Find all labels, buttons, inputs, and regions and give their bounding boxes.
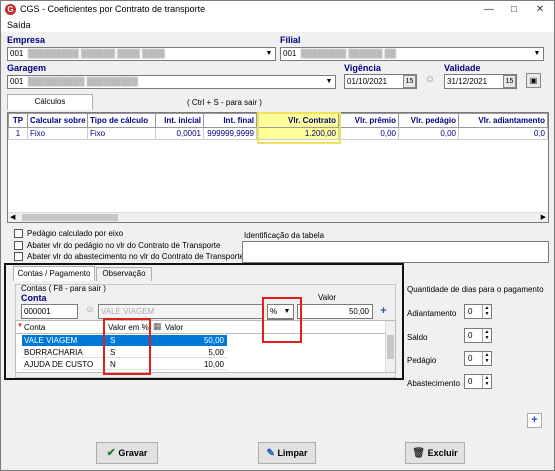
empresa-code: 001 bbox=[10, 49, 24, 58]
app-logo-icon: G bbox=[5, 4, 16, 15]
pedagio-value: 0 bbox=[468, 354, 473, 363]
scroll-left-icon[interactable]: ◀ bbox=[10, 213, 15, 221]
spin-arrows-icon[interactable]: ▲ ▼ bbox=[482, 329, 491, 342]
garagem-combo[interactable]: 001 ██████████ █████████ ▼ bbox=[7, 75, 336, 89]
abater-abastecimento-checkbox[interactable] bbox=[14, 252, 23, 261]
pedagio-eixo-label: Pedágio calculado por eixo bbox=[27, 229, 124, 238]
abastecimento-spinner[interactable]: 0 ▲ ▼ bbox=[464, 374, 492, 389]
cell: 0,0 bbox=[458, 127, 548, 140]
col-header[interactable]: Vlr. prêmio bbox=[338, 113, 399, 128]
filial-label: Filial bbox=[280, 35, 301, 45]
cell: 999999,9999 bbox=[203, 127, 257, 140]
filial-code: 001 bbox=[283, 49, 297, 58]
empresa-name-blurred: █████████ ██████ ████ ████ bbox=[25, 49, 165, 58]
col-header[interactable]: Int. inicial bbox=[155, 113, 204, 128]
annotation-box-percent bbox=[262, 297, 302, 343]
annotation-box-contas bbox=[4, 263, 404, 380]
identificacao-label: Identificação da tabela bbox=[244, 231, 325, 240]
limpar-button[interactable]: ✎ Limpar bbox=[258, 442, 316, 464]
dias-title: Quantidade de dias para o pagamento bbox=[407, 285, 544, 294]
adiantamento-value: 0 bbox=[468, 307, 473, 316]
filial-name-blurred: ████████ ██████ ██ bbox=[298, 49, 396, 58]
cell: 0,0001 bbox=[155, 127, 204, 140]
empresa-label: Empresa bbox=[7, 35, 46, 45]
excluir-label: Excluir bbox=[427, 448, 458, 458]
check-icon: ✔ bbox=[106, 447, 116, 459]
spin-arrows-icon[interactable]: ▲ ▼ bbox=[482, 352, 491, 365]
col-header[interactable]: Vlr. pedágio bbox=[398, 113, 459, 128]
col-header[interactable]: Vlr. adiantamento bbox=[458, 113, 548, 128]
excluir-button[interactable]: 🗑 Excluir bbox=[405, 442, 465, 464]
cell: 0,00 bbox=[338, 127, 399, 140]
tab-calculos[interactable]: Cálculos bbox=[7, 94, 93, 110]
saldo-value: 0 bbox=[468, 331, 473, 340]
scroll-right-icon[interactable]: ▶ bbox=[541, 213, 546, 221]
saldo-spinner[interactable]: 0 ▲ ▼ bbox=[464, 328, 492, 343]
col-header[interactable]: TP bbox=[8, 113, 28, 128]
menu-bar: Saída bbox=[1, 18, 554, 32]
cell: 0,00 bbox=[398, 127, 459, 140]
col-header[interactable]: Tipo de cálculo bbox=[87, 113, 156, 128]
annotation-box-valor-pct bbox=[103, 318, 151, 375]
pedagio-eixo-checkbox[interactable] bbox=[14, 229, 23, 238]
abastecimento-label: Abastecimento bbox=[407, 379, 460, 388]
minimize-icon[interactable]: — bbox=[476, 1, 502, 18]
abater-pedagio-label: Abater vlr do pedágio no vlr do Contrato… bbox=[27, 241, 221, 250]
empresa-combo[interactable]: 001 █████████ ██████ ████ ████ ▼ bbox=[7, 47, 276, 61]
trash-icon: 🗑 bbox=[412, 448, 426, 459]
filial-combo[interactable]: 001 ████████ ██████ ██ ▼ bbox=[280, 47, 544, 61]
saldo-label: Saldo bbox=[407, 333, 428, 342]
spin-arrows-icon[interactable]: ▲ ▼ bbox=[482, 305, 491, 318]
window-title: CGS - Coeficientes por Contrato de trans… bbox=[20, 4, 206, 14]
gravar-label: Gravar bbox=[118, 448, 148, 458]
abastecimento-value: 0 bbox=[468, 377, 473, 386]
add-icon[interactable]: + bbox=[527, 413, 542, 428]
calendar-icon[interactable]: 15 bbox=[503, 75, 516, 88]
adiantamento-label: Adiantamento bbox=[407, 309, 457, 318]
pedagio-label: Pedágio bbox=[407, 356, 437, 365]
garagem-name-blurred: ██████████ █████████ bbox=[25, 77, 138, 86]
binoculars-icon[interactable]: ☺ bbox=[423, 74, 437, 88]
gravar-button[interactable]: ✔ Gravar bbox=[96, 442, 158, 464]
abater-pedagio-checkbox[interactable] bbox=[14, 241, 23, 250]
calendar-icon[interactable]: 15 bbox=[403, 75, 416, 88]
cell: 1 bbox=[8, 127, 28, 140]
eraser-icon: ✎ bbox=[266, 448, 275, 459]
cell: Fixo bbox=[27, 127, 88, 140]
vigencia-label: Vigência bbox=[344, 63, 381, 73]
close-icon[interactable]: ✕ bbox=[527, 1, 553, 18]
validade-label: Validade bbox=[444, 63, 481, 73]
menu-saida[interactable]: Saída bbox=[7, 20, 31, 30]
identificacao-field[interactable] bbox=[242, 241, 549, 263]
garagem-label: Garagem bbox=[7, 63, 47, 73]
scroll-thumb[interactable] bbox=[22, 214, 118, 221]
highlight-frame bbox=[257, 112, 341, 144]
chevron-down-icon[interactable]: ▼ bbox=[532, 49, 542, 59]
spin-arrows-icon[interactable]: ▲ ▼ bbox=[482, 375, 491, 388]
garagem-code: 001 bbox=[10, 77, 24, 86]
window-search-icon[interactable]: ▣ bbox=[526, 73, 541, 88]
maximize-icon[interactable]: □ bbox=[501, 1, 527, 18]
calculos-hint: ( Ctrl + S - para sair ) bbox=[187, 98, 262, 107]
chevron-down-icon[interactable]: ▼ bbox=[264, 49, 274, 59]
calculos-grid[interactable]: TP Calcular sobre Tipo de cálculo Int. i… bbox=[7, 112, 549, 223]
adiantamento-spinner[interactable]: 0 ▲ ▼ bbox=[464, 304, 492, 319]
pedagio-spinner[interactable]: 0 ▲ ▼ bbox=[464, 351, 492, 366]
chevron-down-icon[interactable]: ▼ bbox=[324, 77, 334, 87]
cell: Fixo bbox=[87, 127, 156, 140]
abater-abastecimento-label: Abater vlr do abastecimento no vlr do Co… bbox=[27, 252, 245, 261]
limpar-label: Limpar bbox=[277, 448, 308, 458]
vigencia-value: 01/10/2021 bbox=[347, 77, 388, 86]
validade-value: 31/12/2021 bbox=[447, 77, 488, 86]
horizontal-scrollbar[interactable]: ◀ ▶ bbox=[8, 212, 548, 222]
main-window: G CGS - Coeficientes por Contrato de tra… bbox=[0, 0, 555, 471]
title-bar: G CGS - Coeficientes por Contrato de tra… bbox=[1, 1, 554, 18]
col-header[interactable]: Int. final bbox=[203, 113, 257, 128]
col-header[interactable]: Calcular sobre bbox=[27, 113, 88, 128]
